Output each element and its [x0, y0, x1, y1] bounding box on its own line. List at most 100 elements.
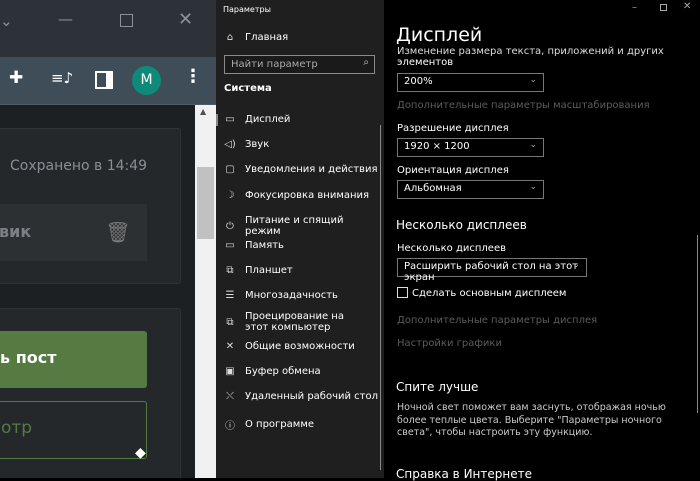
nav-label: О программе [245, 419, 315, 430]
nav-item-shared[interactable]: ✕ Общие возможности [224, 341, 382, 352]
make-main-label: Сделать основным дисплеем [412, 288, 567, 299]
multi-display-label: Несколько дисплеев [397, 243, 506, 254]
window-title: Параметры [223, 5, 271, 14]
nav-item-multitasking[interactable]: ☰ Многозадачность [224, 290, 382, 301]
publish-card: ь пост отр ◆ [0, 308, 181, 478]
scale-dropdown[interactable]: 200% ⌄ [397, 73, 544, 92]
nav-item-sound[interactable]: ◁) Звук [224, 139, 382, 150]
chevron-down-icon: ⌄ [529, 75, 537, 85]
nav-item-about[interactable]: ⓘ О программе [224, 417, 382, 432]
scale-value: 200% [404, 76, 433, 87]
nav-item-tablet[interactable]: ⧉ Планшет [224, 265, 382, 276]
chevron-down-icon[interactable]: ⌄ [0, 12, 13, 30]
nav-item-focus[interactable]: ☽ Фокусировка внимания [224, 190, 382, 201]
nav-label: Звук [245, 139, 270, 150]
moon-icon: ☽ [225, 190, 235, 201]
nav-label: Дисплей [245, 114, 291, 125]
settings-sidebar: Параметры ⌂ Главная Найти параметр ⌕ Сист… [216, 0, 384, 478]
nav-item-notifications[interactable]: ▢ Уведомления и действия [224, 164, 382, 175]
search-input[interactable]: Найти параметр ⌕ [224, 55, 375, 74]
nav-item-power[interactable]: ⏻ Питание и спящий режим [224, 215, 382, 237]
minimize-button[interactable]: — [58, 10, 73, 28]
browser-toolbar: ✚ ≡♪ M ⋮ [0, 57, 216, 105]
extensions-icon[interactable]: ✚ [9, 68, 23, 88]
menu-icon[interactable]: ⋮ [184, 66, 202, 87]
notification-icon: ▢ [225, 164, 235, 175]
nav-home-label: Главная [245, 32, 289, 43]
search-placeholder: Найти параметр [231, 59, 318, 70]
scale-label: элементов [397, 57, 454, 68]
browser-window: ⌄ — ✕ ✚ ≡♪ M ⋮ Сохранено в 14:49 вик 🗑 ь… [0, 0, 216, 478]
nav-item-display[interactable]: ▭ Дисплей [224, 114, 382, 125]
close-button[interactable]: ✕ [683, 1, 691, 12]
publish-button-label: ь пост [0, 348, 57, 367]
close-button[interactable]: ✕ [178, 9, 193, 30]
nav-item-remote[interactable]: ⤬ Удаленный рабочий стол [224, 391, 382, 402]
remote-icon: ⤬ [226, 391, 234, 402]
info-icon: ⓘ [225, 421, 235, 432]
browser-scrollbar-thumb[interactable] [197, 167, 214, 239]
nav-label: Многозадачность [245, 290, 338, 301]
nav-label: Планшет [245, 265, 293, 276]
orientation-label: Ориентация дисплея [397, 165, 509, 176]
draft-button-label: вик [0, 222, 32, 241]
publish-button[interactable]: ь пост [0, 331, 147, 388]
preview-button-label: отр [1, 418, 33, 438]
shared-icon: ✕ [225, 341, 235, 352]
sidebar-scrollbar[interactable] [380, 125, 381, 470]
minimize-button[interactable]: – [632, 2, 637, 13]
browser-scrollbar[interactable]: ▲ [195, 105, 216, 478]
advanced-scaling-link[interactable]: Дополнительные параметры масштабирования [397, 100, 650, 111]
nav-label: Фокусировка внимания [245, 190, 370, 201]
search-icon[interactable]: ⌕ [363, 57, 369, 68]
multitask-icon: ☰ [225, 290, 235, 301]
nav-label: Удаленный рабочий стол [245, 391, 379, 402]
paint-bucket-icon[interactable]: ◆ [135, 445, 146, 461]
speaker-icon: ◁) [224, 139, 236, 150]
selected-indicator [216, 114, 218, 126]
avatar[interactable]: M [132, 66, 161, 95]
storage-icon: ▭ [225, 240, 235, 251]
trash-icon[interactable]: 🗑 [89, 204, 147, 261]
panel-scrollbar[interactable] [697, 235, 698, 413]
nav-item-clipboard[interactable]: ▣ Буфер обмена [224, 366, 382, 377]
resolution-dropdown[interactable]: 1920 × 1200 ⌄ [397, 138, 544, 157]
chevron-down-icon: ⌄ [572, 260, 580, 270]
section-title: Система [224, 83, 272, 94]
orientation-value: Альбомная [404, 183, 462, 194]
help-heading: Справка в Интернете [396, 467, 532, 481]
nav-label: Память [245, 240, 284, 251]
resolution-value: 1920 × 1200 [404, 141, 470, 152]
maximize-button[interactable] [120, 14, 133, 27]
advanced-display-link[interactable]: Дополнительные параметры дисплея [397, 315, 597, 326]
multi-display-heading: Несколько дисплеев [396, 218, 527, 232]
nav-home[interactable]: ⌂ Главная [224, 32, 382, 43]
multi-display-value: Расширить рабочий стол на этот экран [404, 261, 579, 283]
nav-item-projecting[interactable]: ⧉ Проецирование на этот компьютер [224, 311, 382, 333]
nav-label: Уведомления и действия [245, 164, 378, 175]
orientation-dropdown[interactable]: Альбомная ⌄ [397, 180, 544, 199]
clipboard-icon: ▣ [225, 366, 235, 377]
saved-status: Сохранено в 14:49 [10, 158, 148, 174]
page-title: Дисплей [396, 24, 483, 46]
monitor-icon: ▭ [225, 114, 235, 125]
sleep-text: Ночной свет поможет вам заснуть, отображ… [397, 402, 666, 438]
chevron-down-icon: ⌄ [529, 140, 537, 150]
scale-label-top: Изменение размера текста, приложений и д… [397, 46, 664, 57]
media-playlist-icon[interactable]: ≡♪ [51, 69, 73, 87]
make-main-checkbox[interactable] [397, 287, 408, 298]
nav-label: Проецирование на этот компьютер [245, 311, 344, 333]
nav-label: Общие возможности [245, 341, 355, 352]
reading-panel-icon[interactable] [95, 71, 113, 89]
scroll-up-arrow[interactable]: ▲ [200, 107, 206, 116]
nav-item-storage[interactable]: ▭ Память [224, 240, 382, 251]
multi-display-dropdown[interactable]: Расширить рабочий стол на этот экран ⌄ [397, 258, 587, 283]
preview-button[interactable]: отр [0, 401, 147, 459]
home-icon: ⌂ [226, 32, 234, 43]
power-icon: ⏻ [226, 220, 234, 232]
chevron-down-icon: ⌄ [529, 182, 537, 192]
maximize-button[interactable] [660, 4, 667, 11]
draft-button[interactable]: вик [0, 204, 89, 261]
graphics-settings-link[interactable]: Настройки графики [397, 338, 502, 349]
resolution-label: Разрешение дисплея [397, 123, 509, 134]
